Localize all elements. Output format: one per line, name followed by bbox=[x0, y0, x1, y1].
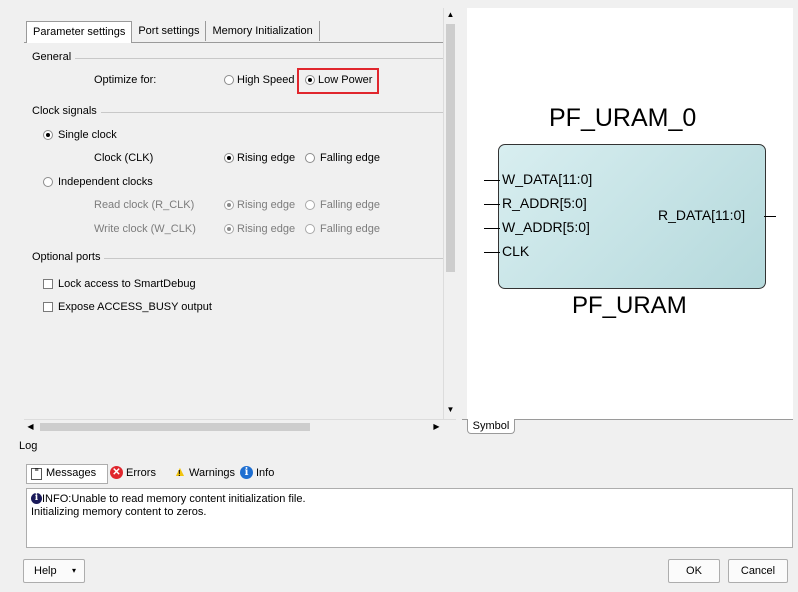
read-rising-label[interactable]: Rising edge bbox=[237, 199, 295, 211]
clk-rising-label[interactable]: Rising edge bbox=[237, 152, 295, 164]
tab-memory-initialization[interactable]: Memory Initialization bbox=[206, 21, 320, 41]
lock-smartdebug-checkbox[interactable] bbox=[43, 279, 53, 289]
low-power-radio[interactable] bbox=[305, 75, 315, 85]
expose-access-busy-label[interactable]: Expose ACCESS_BUSY output bbox=[58, 301, 212, 313]
pin-w-addr: W_ADDR[5:0] bbox=[502, 219, 590, 235]
scroll-down-button[interactable]: ▼ bbox=[444, 403, 457, 416]
pin-line-w-data bbox=[484, 180, 500, 181]
help-button-label: Help bbox=[34, 565, 57, 577]
read-clock-label: Read clock (R_CLK) bbox=[94, 199, 195, 211]
pin-r-addr: R_ADDR[5:0] bbox=[502, 195, 587, 211]
write-clock-label: Write clock (W_CLK) bbox=[94, 223, 196, 235]
component-name: PF_URAM bbox=[572, 292, 687, 319]
pin-line-r-addr bbox=[484, 204, 500, 205]
high-speed-radio[interactable] bbox=[224, 75, 234, 85]
settings-panel bbox=[24, 8, 456, 422]
single-clock-radio[interactable] bbox=[43, 130, 53, 140]
scroll-left-button[interactable]: ◀ bbox=[24, 420, 37, 433]
log-tab-warnings[interactable]: Warnings bbox=[189, 467, 235, 479]
scroll-right-button[interactable]: ▶ bbox=[430, 420, 443, 433]
tab-symbol[interactable]: Symbol bbox=[467, 419, 515, 434]
write-falling-radio[interactable] bbox=[305, 224, 315, 234]
pin-line-clk bbox=[484, 252, 500, 253]
write-rising-label[interactable]: Rising edge bbox=[237, 223, 295, 235]
clock-group-label: Clock signals bbox=[32, 105, 101, 117]
clk-label: Clock (CLK) bbox=[94, 152, 154, 164]
cancel-button[interactable]: Cancel bbox=[728, 559, 788, 583]
optimize-for-label: Optimize for: bbox=[94, 74, 157, 86]
instance-name: PF_URAM_0 bbox=[549, 104, 697, 132]
clk-falling-radio[interactable] bbox=[305, 153, 315, 163]
scroll-up-button[interactable]: ▲ bbox=[444, 8, 457, 21]
log-tab-info[interactable]: Info bbox=[256, 467, 274, 479]
low-power-label[interactable]: Low Power bbox=[318, 74, 372, 86]
warning-icon-mark: ! bbox=[178, 469, 181, 478]
log-message-line2: Initializing memory content to zeros. bbox=[31, 506, 207, 518]
single-clock-label[interactable]: Single clock bbox=[58, 129, 117, 141]
info-message-icon: i bbox=[31, 493, 42, 504]
error-icon: ✕ bbox=[110, 466, 123, 479]
pin-w-data: W_DATA[11:0] bbox=[502, 171, 593, 187]
write-falling-label[interactable]: Falling edge bbox=[320, 223, 380, 235]
optional-group-label: Optional ports bbox=[32, 251, 105, 263]
lock-smartdebug-label[interactable]: Lock access to SmartDebug bbox=[58, 278, 196, 290]
independent-clocks-label[interactable]: Independent clocks bbox=[58, 176, 153, 188]
pin-clk: CLK bbox=[502, 243, 530, 259]
general-divider bbox=[32, 58, 443, 59]
chevron-down-icon: ▾ bbox=[72, 566, 77, 575]
read-falling-radio[interactable] bbox=[305, 200, 315, 210]
clk-falling-label[interactable]: Falling edge bbox=[320, 152, 380, 164]
log-tab-errors[interactable]: Errors bbox=[126, 467, 156, 479]
hscroll-thumb[interactable] bbox=[40, 423, 310, 431]
vscroll-thumb[interactable] bbox=[446, 24, 455, 272]
messages-icon: ≡ bbox=[31, 467, 42, 480]
high-speed-label[interactable]: High Speed bbox=[237, 74, 295, 86]
read-rising-radio[interactable] bbox=[224, 200, 234, 210]
pin-r-data: R_DATA[11:0] bbox=[658, 207, 746, 223]
tab-port-settings[interactable]: Port settings bbox=[132, 21, 207, 41]
log-tab-messages[interactable]: ≡ Messages bbox=[26, 464, 108, 484]
log-label: Log bbox=[19, 440, 38, 452]
tab-parameter-settings[interactable]: Parameter settings bbox=[26, 21, 133, 43]
ok-button[interactable]: OK bbox=[668, 559, 720, 583]
pin-line-w-addr bbox=[484, 228, 500, 229]
pin-line-r-data bbox=[764, 216, 776, 217]
read-falling-label[interactable]: Falling edge bbox=[320, 199, 380, 211]
log-content[interactable]: i INFO:Unable to read memory content ini… bbox=[26, 488, 793, 548]
info-icon: i bbox=[240, 466, 253, 479]
write-rising-radio[interactable] bbox=[224, 224, 234, 234]
log-tab-messages-label: Messages bbox=[46, 467, 97, 479]
general-group-label: General bbox=[32, 51, 76, 63]
help-button[interactable]: Help ▾ bbox=[23, 559, 85, 583]
independent-clocks-radio[interactable] bbox=[43, 177, 53, 187]
clk-rising-radio[interactable] bbox=[224, 153, 234, 163]
log-message-line1: INFO:Unable to read memory content initi… bbox=[42, 493, 306, 505]
expose-access-busy-checkbox[interactable] bbox=[43, 302, 53, 312]
settings-tabs: Parameter settings Port settings Memory … bbox=[26, 21, 320, 43]
